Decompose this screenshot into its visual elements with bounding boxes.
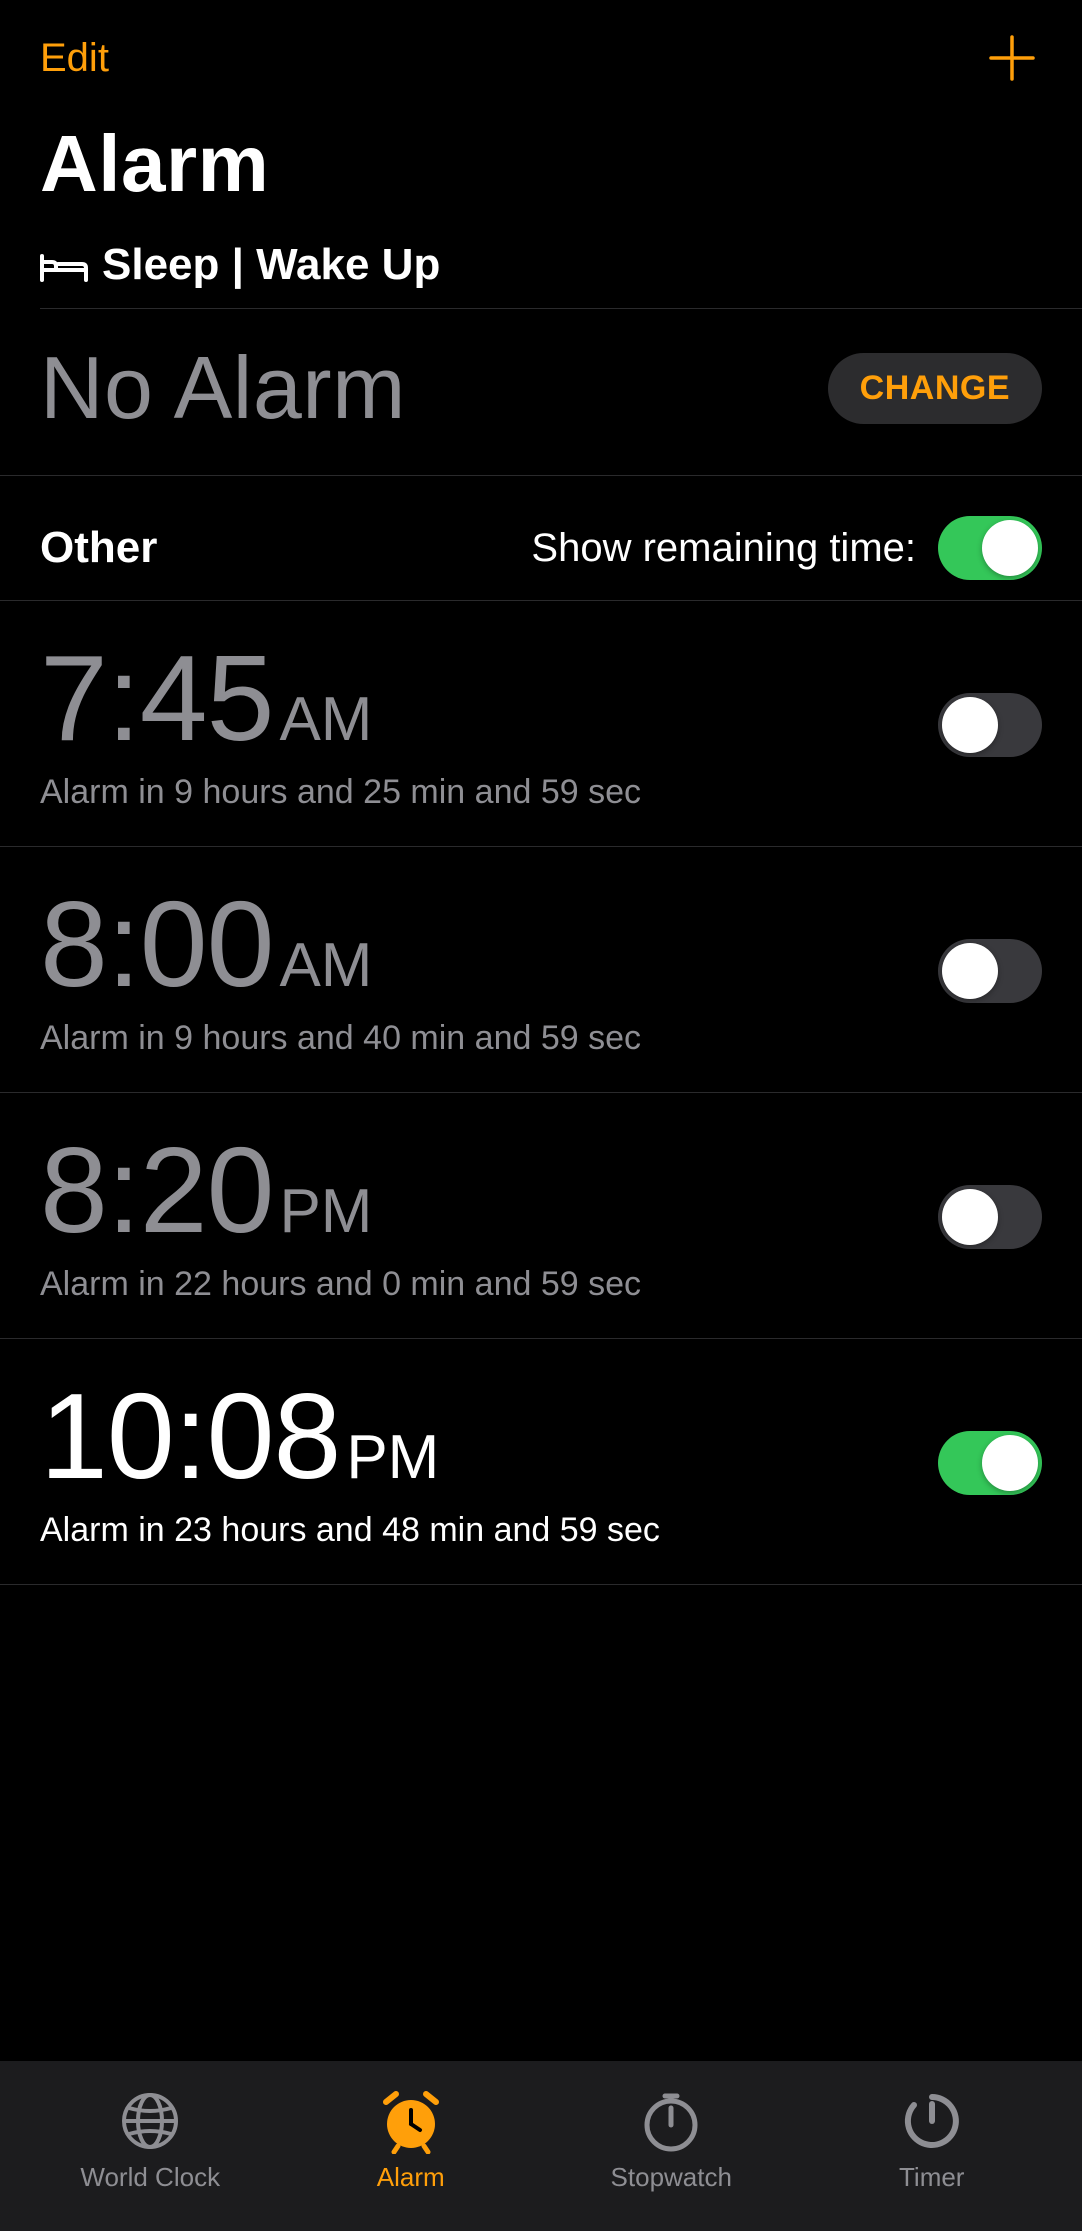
edit-button[interactable]: Edit xyxy=(40,36,109,81)
alarm-subtitle: Alarm in 9 hours and 25 min and 59 sec xyxy=(40,773,641,812)
alarm-time-wrap: 8:20PM xyxy=(40,1129,641,1251)
alarm-toggle[interactable] xyxy=(938,1431,1042,1495)
tab-bar: World Clock Alarm Stopwatch xyxy=(0,2061,1082,2231)
sleep-wake-label: Sleep | Wake Up xyxy=(102,240,440,290)
alarm-ampm: PM xyxy=(279,1176,372,1247)
toggle-knob xyxy=(942,943,998,999)
timer-icon xyxy=(899,2088,965,2154)
alarm-clock-icon xyxy=(378,2088,444,2154)
alarm-time-wrap: 10:08PM xyxy=(40,1375,660,1497)
tab-timer[interactable]: Timer xyxy=(832,2088,1032,2193)
show-remaining-label: Show remaining time: xyxy=(531,526,916,571)
alarm-time: 7:45 xyxy=(40,637,273,759)
alarm-time-wrap: 8:00AM xyxy=(40,883,641,1005)
toggle-knob xyxy=(982,1435,1038,1491)
sleep-section-header: Sleep | Wake Up xyxy=(0,240,1082,308)
other-section-header: Other Show remaining time: xyxy=(0,476,1082,601)
show-remaining-container: Show remaining time: xyxy=(531,516,1042,580)
alarm-info: 8:20PM Alarm in 22 hours and 0 min and 59… xyxy=(40,1129,641,1304)
alarm-subtitle: Alarm in 9 hours and 40 min and 59 sec xyxy=(40,1019,641,1058)
alarm-toggle[interactable] xyxy=(938,693,1042,757)
tab-label: World Clock xyxy=(80,2162,220,2193)
other-label: Other xyxy=(40,523,157,573)
add-alarm-button[interactable] xyxy=(982,28,1042,88)
alarm-time: 8:00 xyxy=(40,883,273,1005)
plus-icon xyxy=(989,35,1035,81)
sleep-alarm-status: No Alarm xyxy=(40,337,406,439)
tab-world-clock[interactable]: World Clock xyxy=(50,2088,250,2193)
alarm-toggle[interactable] xyxy=(938,1185,1042,1249)
toggle-knob xyxy=(942,1189,998,1245)
globe-icon xyxy=(117,2088,183,2154)
navigation-bar: Edit xyxy=(0,0,1082,98)
alarm-time-wrap: 7:45AM xyxy=(40,637,641,759)
alarm-time: 10:08 xyxy=(40,1375,340,1497)
toggle-knob xyxy=(942,697,998,753)
alarm-info: 8:00AM Alarm in 9 hours and 40 min and 59… xyxy=(40,883,641,1058)
alarm-row[interactable]: 8:20PM Alarm in 22 hours and 0 min and 59… xyxy=(0,1093,1082,1339)
alarm-ampm: AM xyxy=(279,930,372,1001)
show-remaining-toggle[interactable] xyxy=(938,516,1042,580)
alarm-subtitle: Alarm in 22 hours and 0 min and 59 sec xyxy=(40,1265,641,1304)
alarm-ampm: PM xyxy=(346,1422,439,1493)
tab-alarm[interactable]: Alarm xyxy=(311,2088,511,2193)
alarm-row[interactable]: 10:08PM Alarm in 23 hours and 48 min and … xyxy=(0,1339,1082,1585)
alarm-row[interactable]: 8:00AM Alarm in 9 hours and 40 min and 59… xyxy=(0,847,1082,1093)
tab-label: Alarm xyxy=(377,2162,445,2193)
sleep-alarm-row: No Alarm CHANGE xyxy=(0,309,1082,476)
tab-label: Stopwatch xyxy=(611,2162,732,2193)
change-sleep-button[interactable]: CHANGE xyxy=(828,353,1042,424)
alarm-toggle[interactable] xyxy=(938,939,1042,1003)
alarm-time: 8:20 xyxy=(40,1129,273,1251)
alarm-list: 7:45AMAlarm in 9 hours and 25 min and 59… xyxy=(0,601,1082,1585)
page-title: Alarm xyxy=(0,98,1082,240)
alarm-ampm: AM xyxy=(279,684,372,755)
tab-label: Timer xyxy=(899,2162,964,2193)
alarm-info: 7:45AM Alarm in 9 hours and 25 min and 59… xyxy=(40,637,641,812)
stopwatch-icon xyxy=(638,2088,704,2154)
alarm-info: 10:08PM Alarm in 23 hours and 48 min and … xyxy=(40,1375,660,1550)
bed-icon xyxy=(40,248,88,282)
alarm-row[interactable]: 7:45AM Alarm in 9 hours and 25 min and 59… xyxy=(0,601,1082,847)
tab-stopwatch[interactable]: Stopwatch xyxy=(571,2088,771,2193)
toggle-knob xyxy=(982,520,1038,576)
alarm-subtitle: Alarm in 23 hours and 48 min and 59 sec xyxy=(40,1511,660,1550)
